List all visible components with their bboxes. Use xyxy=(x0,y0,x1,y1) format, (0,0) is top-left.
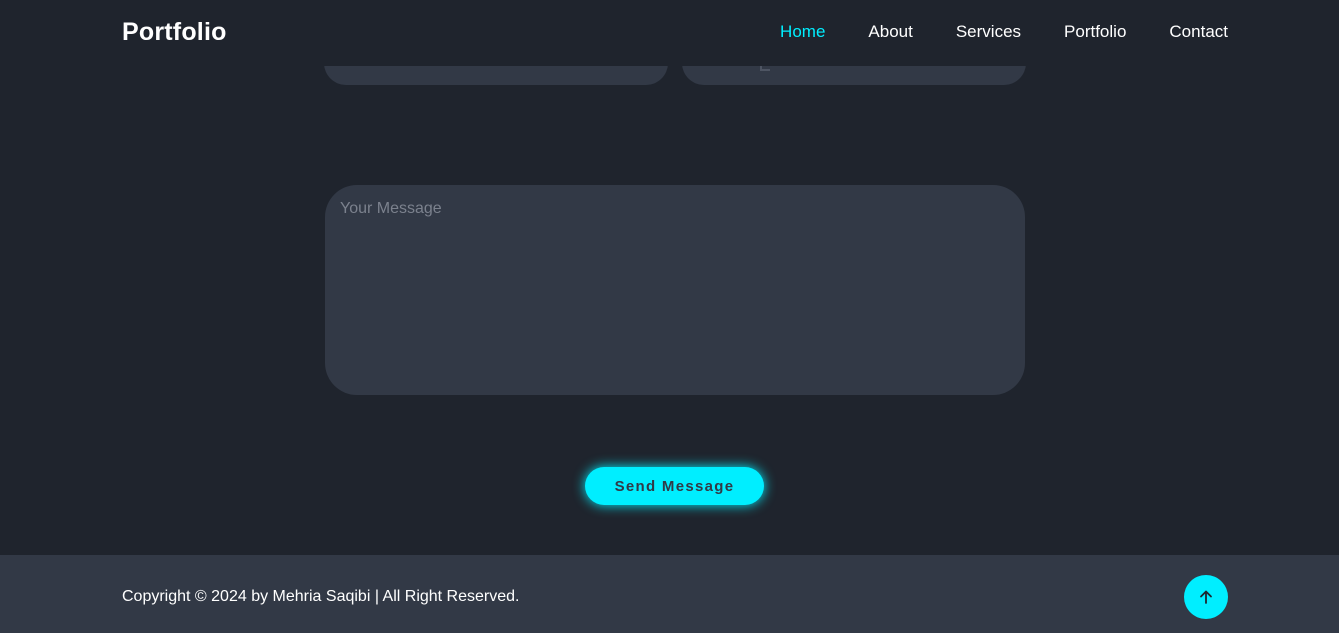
nav-services[interactable]: Services xyxy=(956,22,1021,42)
message-textarea[interactable]: Your Message xyxy=(325,185,1025,395)
logo[interactable]: Portfolio xyxy=(122,18,227,47)
scroll-top-button[interactable] xyxy=(1184,575,1228,619)
site-footer: Copyright © 2024 by Mehria Saqibi | All … xyxy=(0,555,1339,633)
nav-portfolio[interactable]: Portfolio xyxy=(1064,22,1126,42)
message-placeholder: Your Message xyxy=(340,200,442,217)
copyright-text: Copyright © 2024 by Mehria Saqibi | All … xyxy=(122,588,520,605)
main-nav: Home About Services Portfolio Contact xyxy=(737,22,1228,42)
site-header: Portfolio Home About Services Portfolio … xyxy=(0,0,1339,66)
send-message-button[interactable]: Send Message xyxy=(585,467,764,505)
nav-about[interactable]: About xyxy=(868,22,912,42)
page: Portfolio Home About Services Portfolio … xyxy=(0,0,1339,633)
nav-contact[interactable]: Contact xyxy=(1169,22,1228,42)
arrow-up-icon xyxy=(1200,590,1212,604)
nav-home[interactable]: Home xyxy=(780,22,825,42)
